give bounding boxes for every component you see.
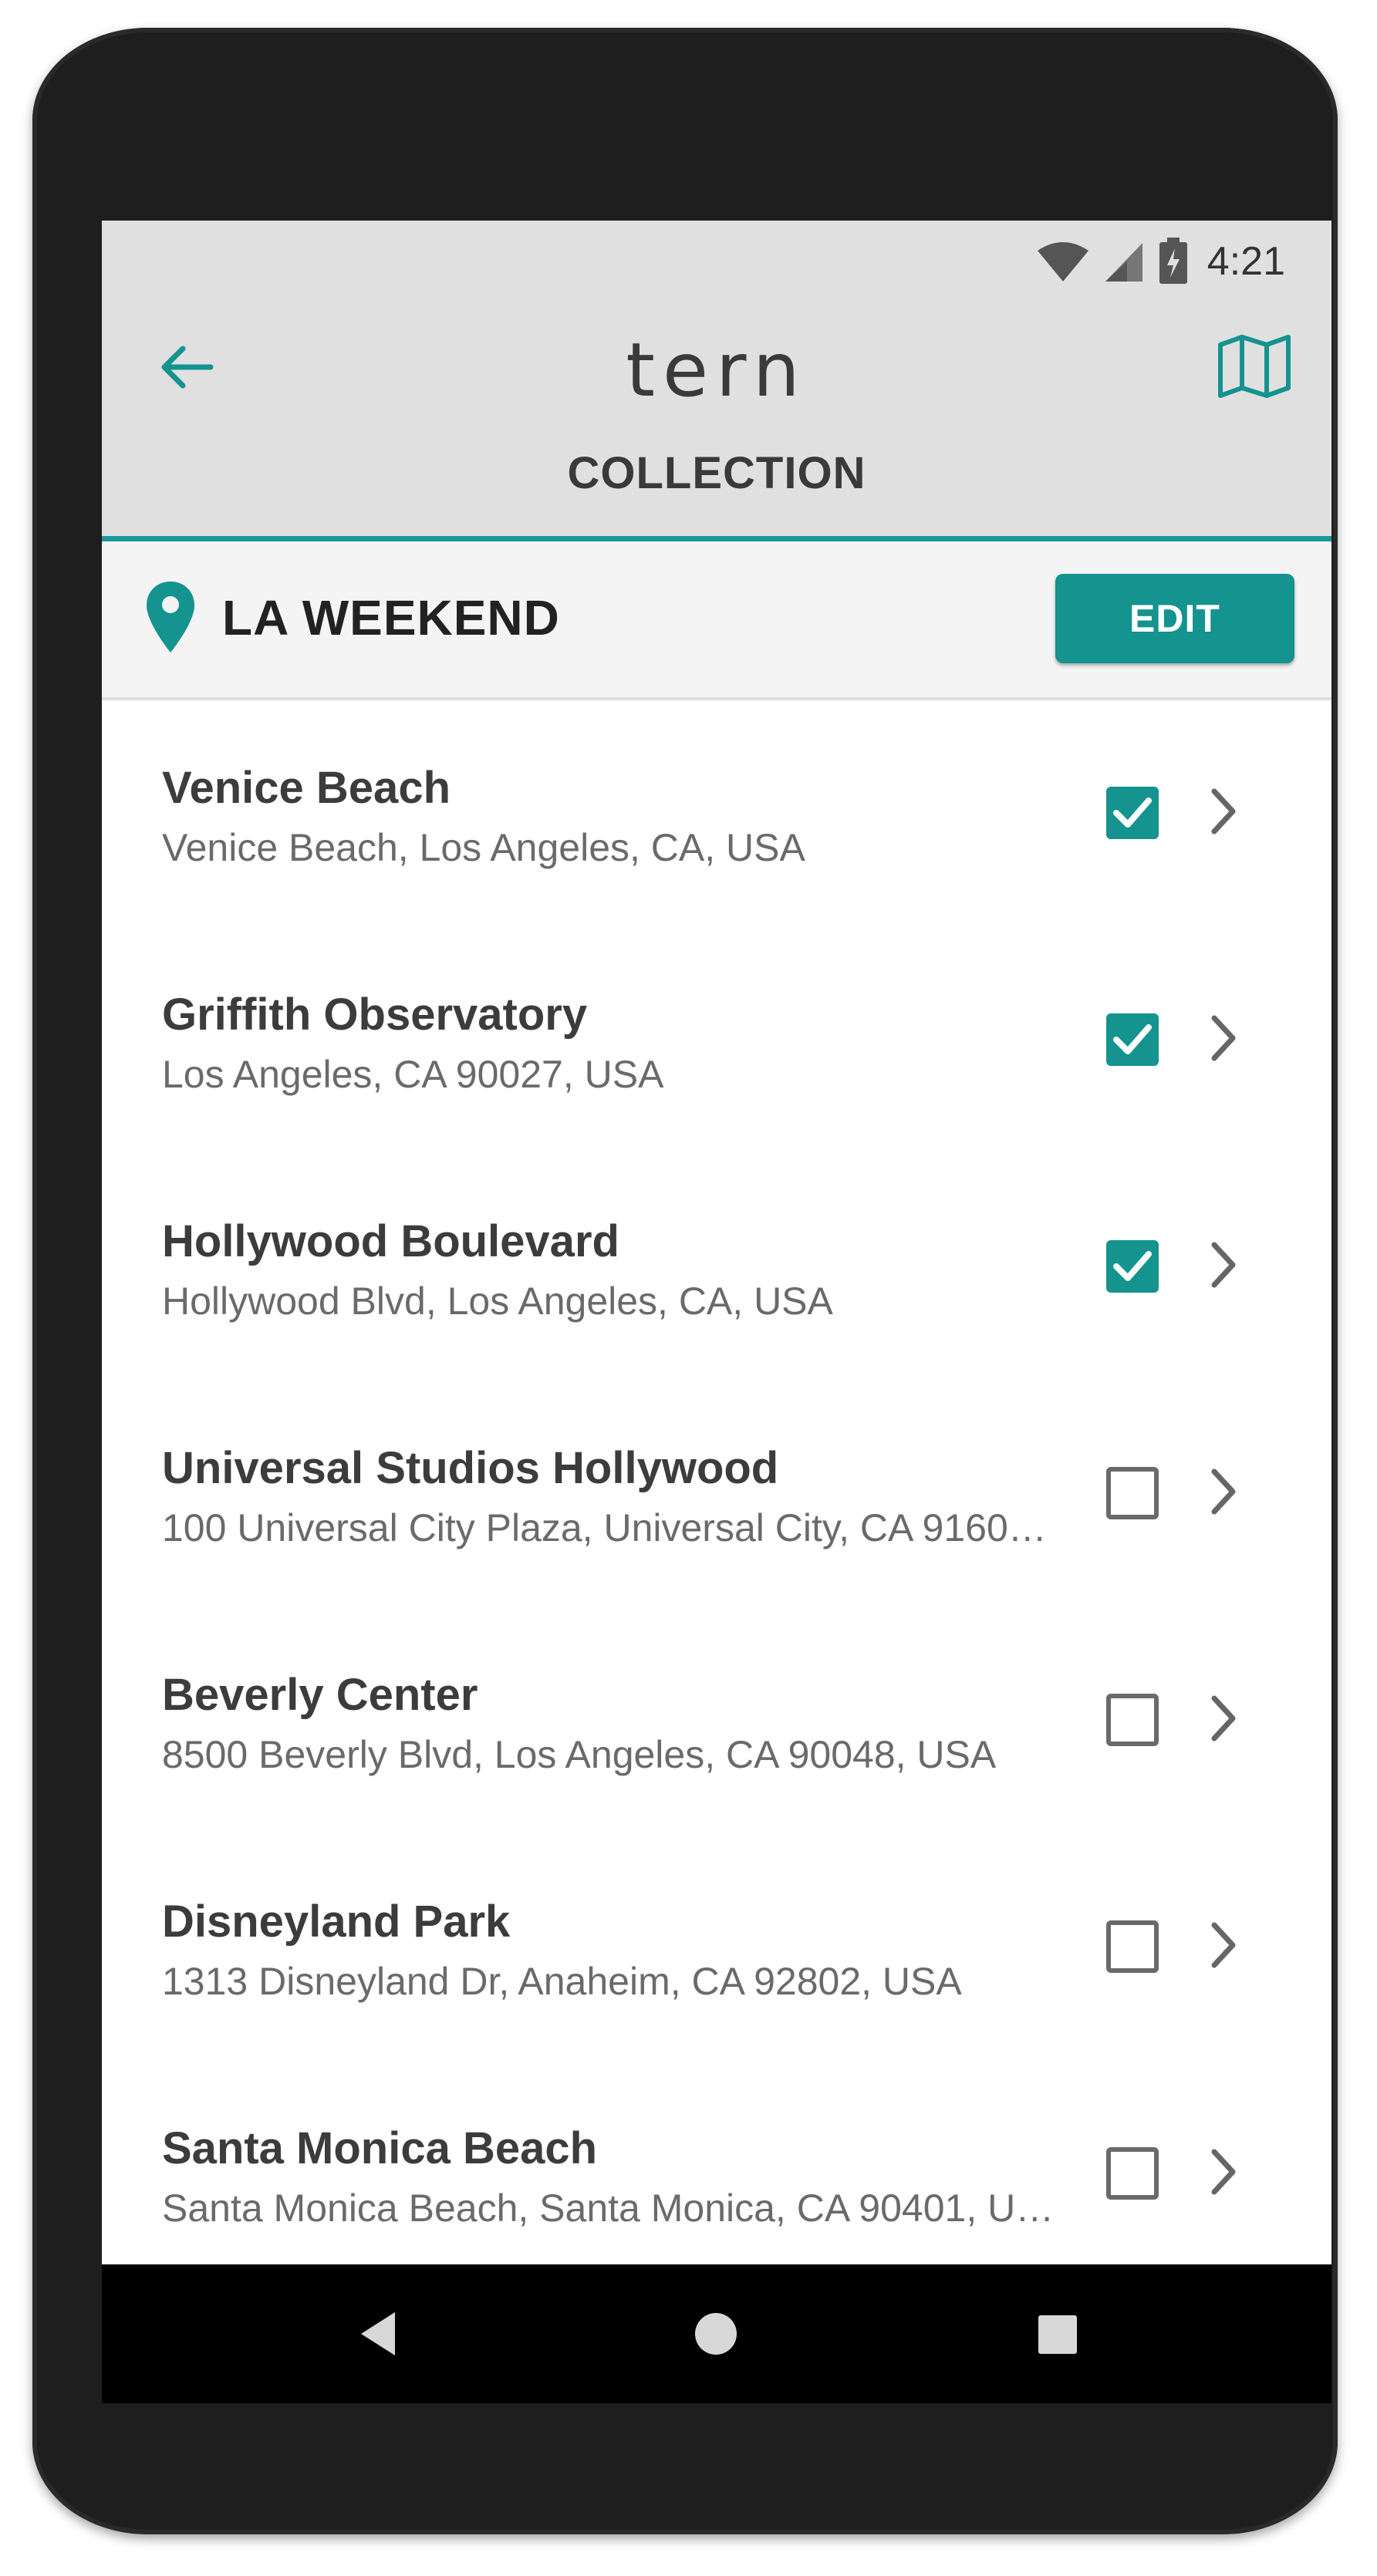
system-nav-bar xyxy=(102,2264,1331,2403)
chevron-right-icon[interactable] xyxy=(1208,1920,1239,1974)
place-row[interactable]: Disneyland Park 1313 Disneyland Dr, Anahe… xyxy=(102,1834,1331,2061)
visited-checkbox-unchecked[interactable] xyxy=(1106,1467,1159,1519)
place-address: Hollywood Blvd, Los Angeles, CA, USA xyxy=(162,1280,833,1323)
cell-signal-icon xyxy=(1105,243,1142,282)
chevron-right-icon[interactable] xyxy=(1208,1694,1239,1747)
app-bar: tern COLLECTION xyxy=(102,298,1331,541)
place-row[interactable]: Hollywood Boulevard Hollywood Blvd, Los A… xyxy=(102,1154,1331,1381)
checkmark-icon xyxy=(1113,1024,1152,1054)
edit-button[interactable]: EDIT xyxy=(1055,574,1294,663)
recents-square-icon[interactable] xyxy=(1034,2309,1080,2359)
battery-charging-icon xyxy=(1159,238,1187,284)
place-address: Los Angeles, CA 90027, USA xyxy=(162,1053,664,1096)
wifi-icon xyxy=(1037,242,1088,282)
app-logo: tern xyxy=(626,327,808,413)
visited-checkbox-checked[interactable] xyxy=(1106,787,1159,839)
place-address: 100 Universal City Plaza, Universal City… xyxy=(162,1506,1065,1549)
place-address: 1313 Disneyland Dr, Anaheim, CA 92802, U… xyxy=(162,1960,962,2003)
place-name: Venice Beach xyxy=(162,763,451,813)
place-name: Santa Monica Beach xyxy=(162,2123,598,2173)
place-name: Disneyland Park xyxy=(162,1897,511,1947)
place-row[interactable]: Santa Monica Beach Santa Monica Beach, Sa… xyxy=(102,2061,1331,2288)
place-name: Griffith Observatory xyxy=(162,990,588,1040)
collection-name: LA WEEKEND xyxy=(222,590,560,646)
chevron-right-icon[interactable] xyxy=(1208,1013,1239,1067)
place-address: 8500 Beverly Blvd, Los Angeles, CA 90048… xyxy=(162,1733,997,1776)
map-button[interactable] xyxy=(1216,332,1293,401)
place-row[interactable]: Beverly Center 8500 Beverly Blvd, Los Ang… xyxy=(102,1607,1331,1834)
chevron-right-icon[interactable] xyxy=(1208,787,1239,840)
place-address: Santa Monica Beach, Santa Monica, CA 904… xyxy=(162,2187,1065,2230)
home-circle-icon[interactable] xyxy=(691,2309,741,2359)
visited-checkbox-checked[interactable] xyxy=(1106,1240,1159,1293)
phone-frame: 4:21 tern COLLECTION LA WEEKEND EDIT Ven… xyxy=(32,28,1338,2534)
chevron-right-icon[interactable] xyxy=(1208,2147,1239,2200)
status-time: 4:21 xyxy=(1207,239,1285,284)
location-pin-icon xyxy=(147,582,194,652)
phone-screen: 4:21 tern COLLECTION LA WEEKEND EDIT Ven… xyxy=(102,221,1331,2403)
back-triangle-icon[interactable] xyxy=(356,2309,403,2359)
place-name: Hollywood Boulevard xyxy=(162,1216,619,1266)
place-row[interactable]: Griffith Observatory Los Angeles, CA 9002… xyxy=(102,927,1331,1154)
visited-checkbox-unchecked[interactable] xyxy=(1106,2147,1159,2200)
page-title: COLLECTION xyxy=(567,448,866,498)
chevron-right-icon[interactable] xyxy=(1208,1240,1239,1293)
chevron-right-icon[interactable] xyxy=(1208,1467,1239,1520)
place-address: Venice Beach, Los Angeles, CA, USA xyxy=(162,826,805,869)
visited-checkbox-checked[interactable] xyxy=(1106,1013,1159,1066)
place-name: Universal Studios Hollywood xyxy=(162,1443,779,1493)
place-row[interactable]: Universal Studios Hollywood 100 Universal… xyxy=(102,1381,1331,1607)
checkmark-icon xyxy=(1113,797,1152,828)
map-icon xyxy=(1218,335,1291,398)
status-bar: 4:21 xyxy=(102,221,1331,298)
place-row[interactable]: Venice Beach Venice Beach, Los Angeles, C… xyxy=(102,700,1331,927)
visited-checkbox-unchecked[interactable] xyxy=(1106,1694,1159,1746)
collection-header: LA WEEKEND EDIT xyxy=(102,541,1331,700)
visited-checkbox-unchecked[interactable] xyxy=(1106,1920,1159,1973)
status-icons: 4:21 xyxy=(1036,238,1285,285)
checkmark-icon xyxy=(1113,1251,1152,1281)
place-name: Beverly Center xyxy=(162,1670,478,1720)
